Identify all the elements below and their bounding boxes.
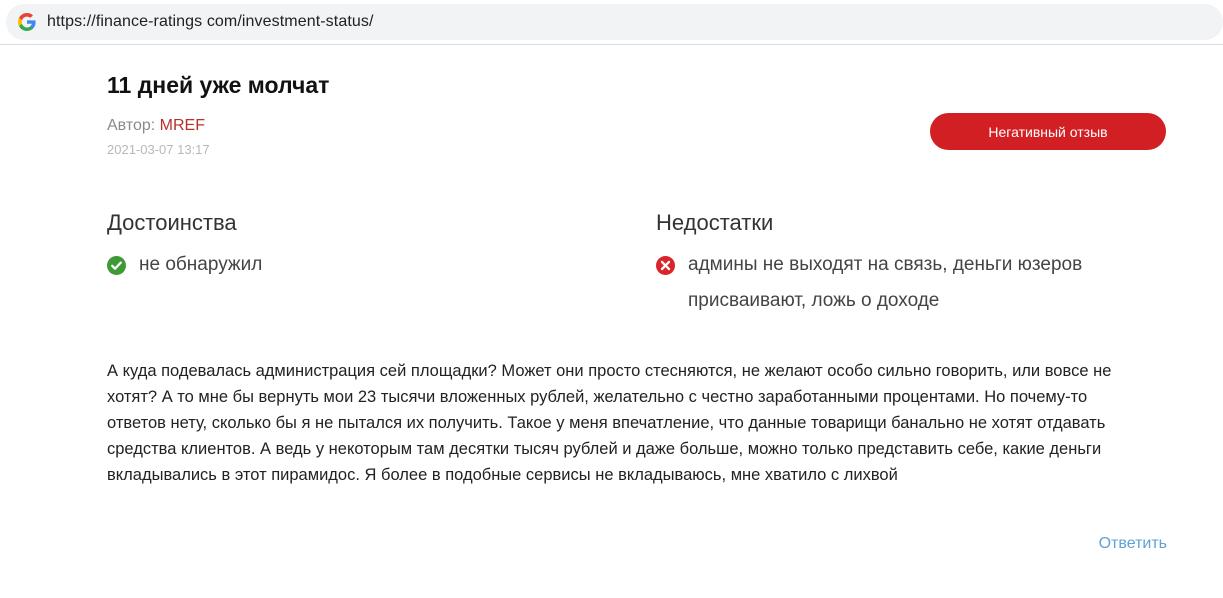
review-title: 11 дней уже молчат: [107, 72, 330, 98]
check-circle-icon: [107, 256, 126, 275]
pros-text: не обнаружил: [139, 254, 263, 275]
x-circle-icon: [656, 256, 675, 275]
author-name-link[interactable]: MREF: [160, 117, 205, 134]
author-line: Автор: MREF: [107, 117, 205, 135]
url-text[interactable]: https://finance-ratings com/investment-s…: [47, 13, 374, 31]
address-bar[interactable]: https://finance-ratings com/investment-s…: [6, 4, 1223, 40]
pros-heading: Достоинства: [107, 210, 237, 235]
negative-review-badge[interactable]: Негативный отзыв: [930, 113, 1166, 150]
cons-heading: Недостатки: [656, 210, 774, 235]
cons-text: админы не выходят на связь, деньги юзеро…: [688, 254, 1083, 311]
review-date: 2021-03-07 13:17: [107, 142, 210, 157]
author-label: Автор:: [107, 117, 160, 134]
review-body: А куда подевалась администрация сей площ…: [107, 362, 1112, 484]
cons-item: админы не выходят на связь, деньги юзеро…: [656, 253, 1166, 319]
pros-item: не обнаружил: [107, 253, 262, 283]
reply-link[interactable]: Ответить: [1099, 535, 1167, 553]
toolbar-divider: [0, 44, 1223, 45]
google-g-icon: [18, 13, 36, 31]
